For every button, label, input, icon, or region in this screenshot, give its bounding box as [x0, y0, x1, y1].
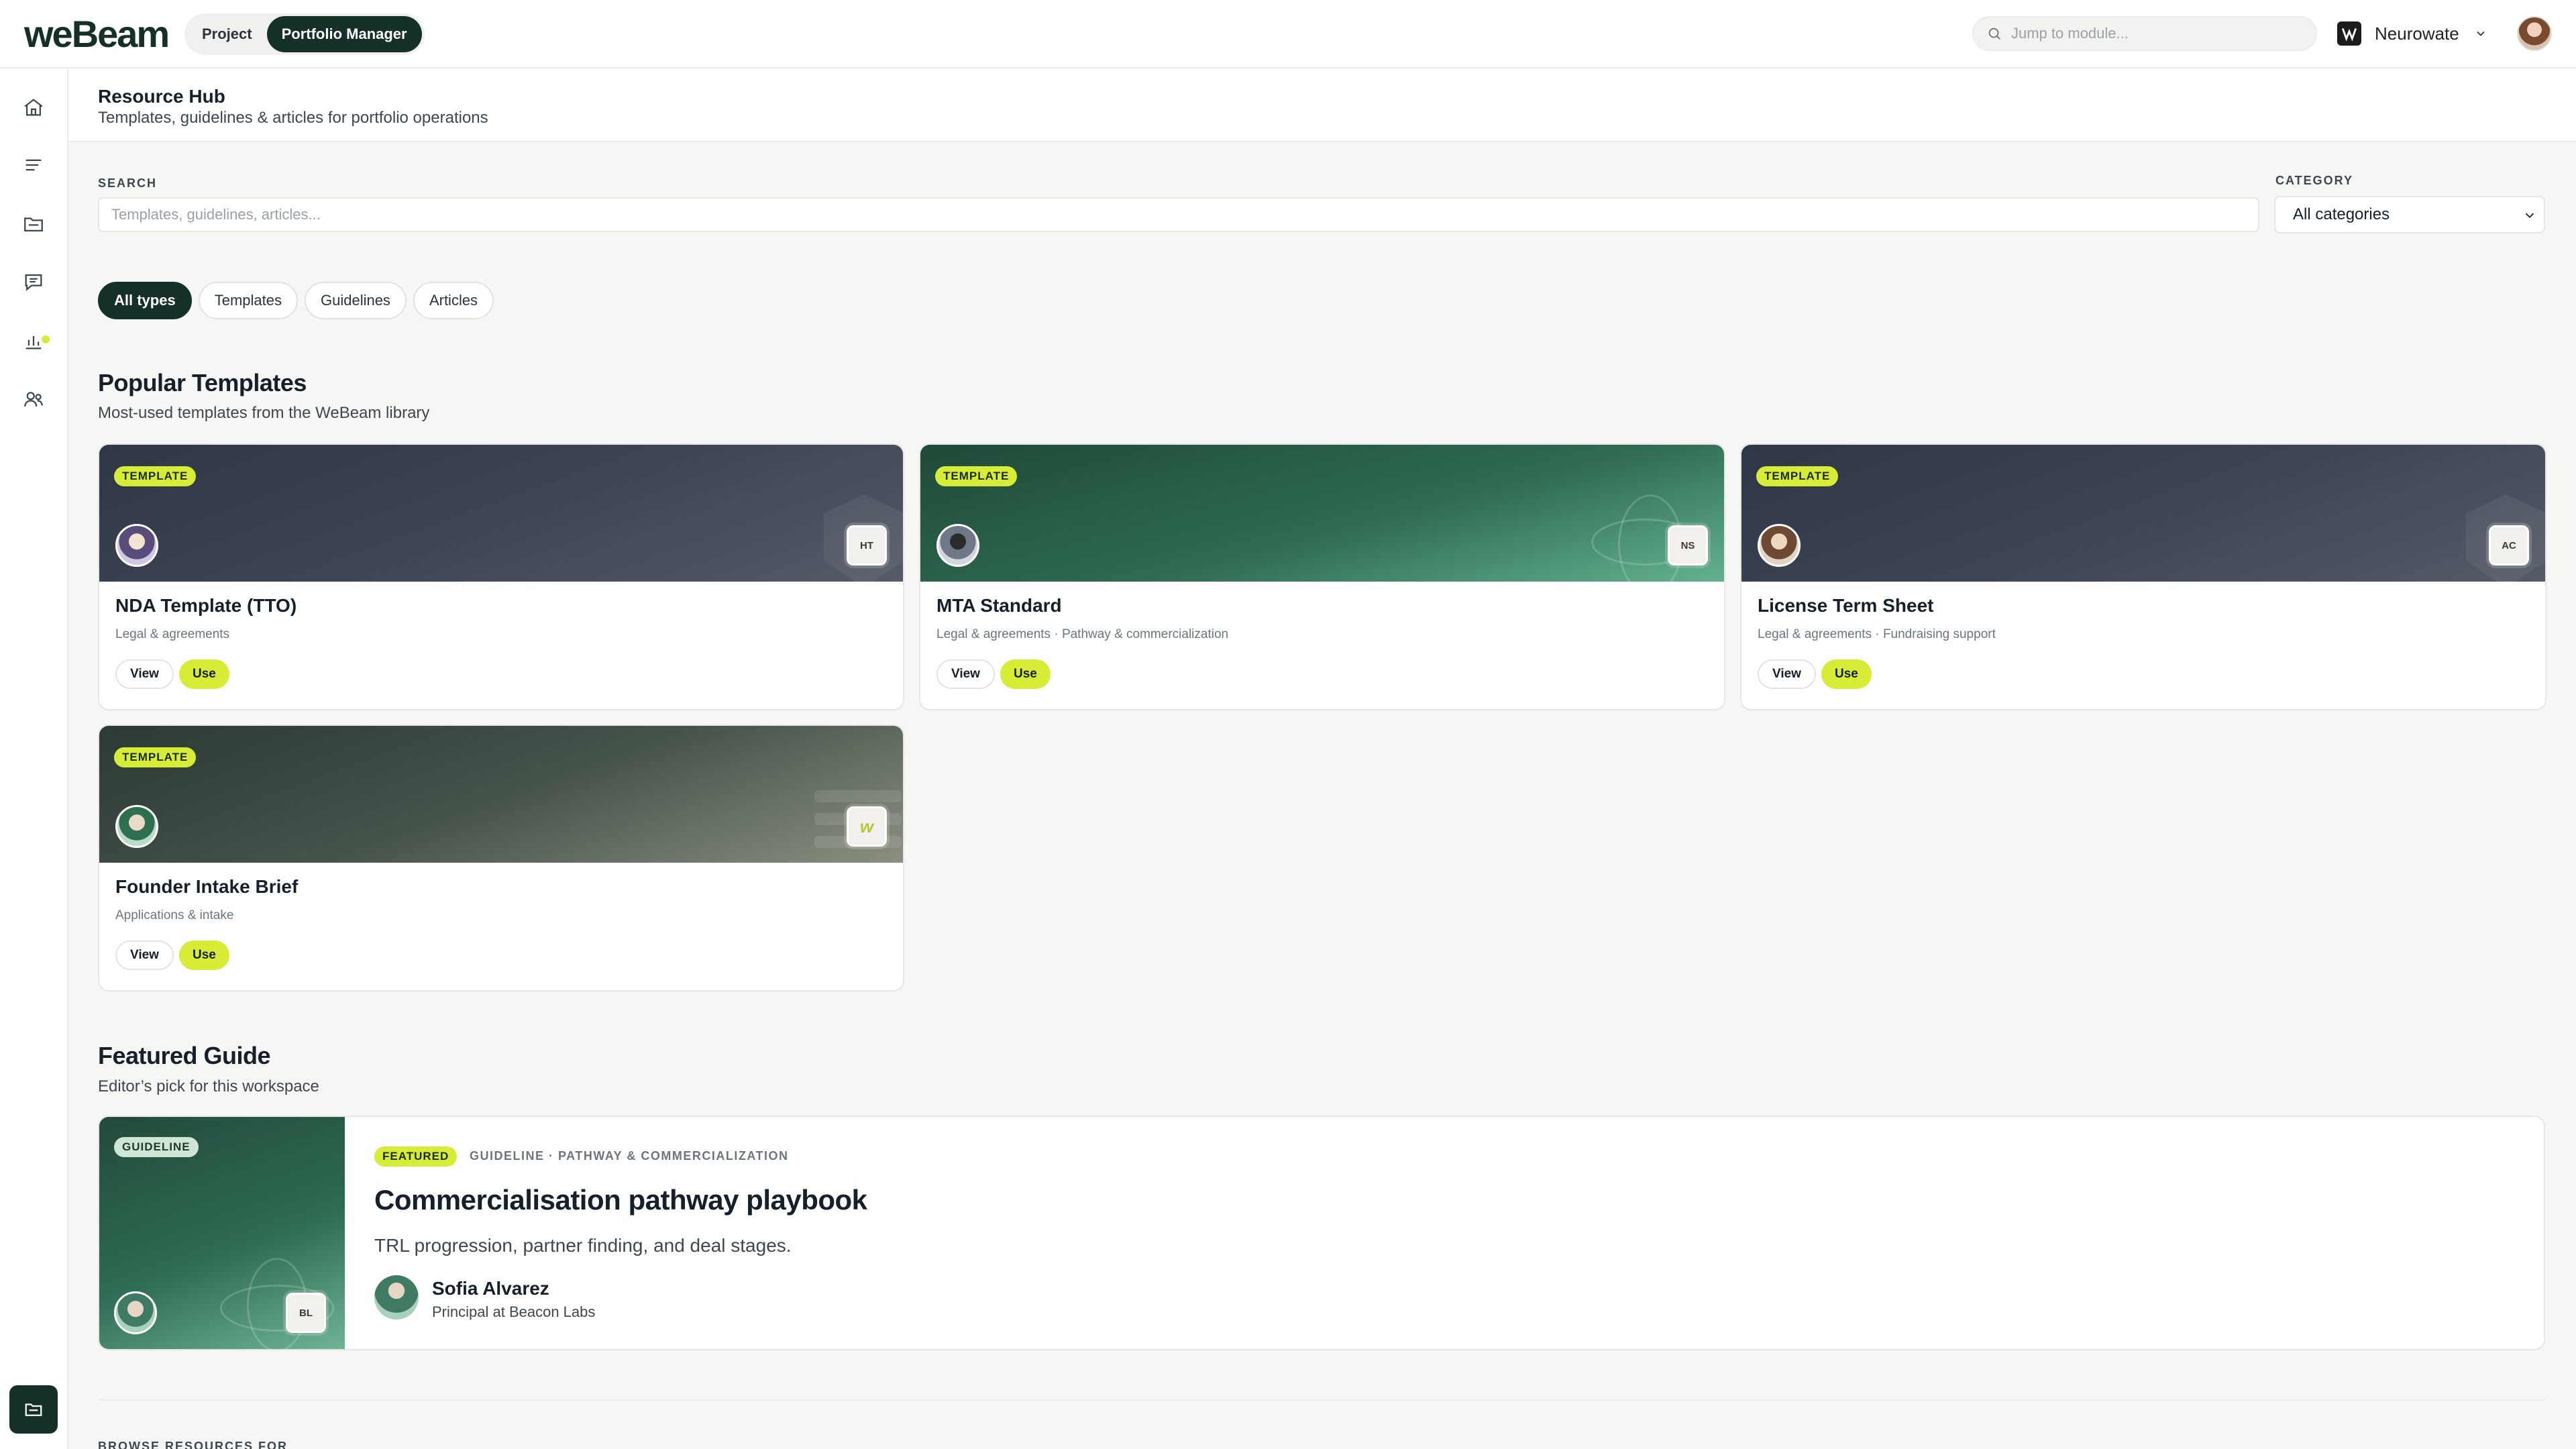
use-button[interactable]: Use [178, 659, 229, 689]
sidebar [0, 68, 68, 1449]
search-icon [1988, 28, 2000, 40]
chart-icon[interactable] [20, 327, 47, 354]
view-button[interactable]: View [115, 659, 174, 689]
author-avatar [115, 524, 158, 567]
use-button[interactable]: Use [1821, 659, 1872, 689]
card-banner [99, 445, 903, 588]
type-badge: TEMPLATE [1756, 466, 1839, 486]
popular-templates-title: Popular Templates [98, 369, 307, 396]
view-button[interactable]: View [936, 659, 995, 689]
author-role: Principal at Beacon Labs [432, 1303, 596, 1320]
author-avatar [114, 1291, 157, 1334]
top-bar: weBeam Project Portfolio Manager Neurowa… [0, 0, 2576, 68]
template-card[interactable]: TEMPLATE NS MTA Standard Legal & agreeme… [919, 443, 1725, 710]
type-badge: TEMPLATE [114, 747, 197, 767]
template-card[interactable]: TEMPLATE w Founder Intake Brief Applicat… [98, 724, 904, 991]
author-avatar [374, 1275, 419, 1320]
users-icon[interactable] [20, 386, 47, 413]
jump-to-module-input[interactable] [2011, 25, 2293, 42]
author-avatar [115, 805, 158, 848]
featured-headline[interactable]: Commercialisation pathway playbook [374, 1184, 867, 1216]
chip-templates[interactable]: Templates [198, 282, 298, 319]
folder-icon [25, 1403, 42, 1416]
use-button[interactable]: Use [1000, 659, 1051, 689]
featured-guide-title: Featured Guide [98, 1042, 271, 1069]
card-category: Legal & agreements · Fundraising support [1758, 627, 1996, 641]
card-category: Legal & agreements · Pathway & commercia… [936, 627, 1229, 641]
featured-image: GUIDELINE BL [99, 1117, 345, 1349]
page-subtitle: Templates, guidelines & articles for por… [98, 109, 488, 127]
org-logo-icon [2337, 21, 2361, 46]
org-monogram: w [847, 806, 887, 847]
jump-to-module-search[interactable] [1972, 16, 2317, 51]
card-title: License Term Sheet [1758, 595, 1934, 616]
mode-switch: Project Portfolio Manager [184, 13, 425, 55]
resource-search-input[interactable] [99, 199, 2258, 231]
author-name: Sofia Alvarez [432, 1278, 549, 1299]
template-card[interactable]: TEMPLATE HT NDA Template (TTO) Legal & a… [98, 443, 904, 710]
browse-resources-label: BROWSE RESOURCES FOR [98, 1440, 288, 1449]
page-header: Resource Hub Templates, guidelines & art… [68, 68, 2576, 142]
section-divider [98, 1399, 2545, 1401]
folder-icon[interactable] [20, 211, 47, 237]
search-label: SEARCH [98, 176, 158, 190]
home-icon[interactable] [20, 94, 47, 121]
use-button[interactable]: Use [178, 941, 229, 970]
template-card[interactable]: TEMPLATE AC License Term Sheet Legal & a… [1740, 443, 2546, 710]
chip-articles[interactable]: Articles [413, 282, 494, 319]
type-filter-chips: All types Templates Guidelines Articles [98, 282, 494, 319]
card-category: Applications & intake [115, 908, 234, 922]
doc-lines-decoration [814, 790, 902, 802]
card-title: Founder Intake Brief [115, 876, 299, 897]
org-monogram: BL [286, 1293, 326, 1333]
card-category: Legal & agreements [115, 627, 230, 641]
app-logo[interactable]: weBeam [24, 12, 170, 56]
org-name: Neurowate [2375, 23, 2459, 44]
author-avatar [936, 524, 979, 567]
card-title: NDA Template (TTO) [115, 595, 297, 616]
chip-guidelines[interactable]: Guidelines [304, 282, 407, 319]
view-button[interactable]: View [115, 941, 174, 970]
page-title: Resource Hub [98, 86, 225, 107]
category-label: CATEGORY [2275, 174, 2354, 187]
featured-guide-subtitle: Editor’s pick for this workspace [98, 1077, 319, 1095]
guideline-badge: GUIDELINE [114, 1137, 199, 1157]
resource-search [98, 197, 2259, 232]
card-banner [1741, 445, 2545, 588]
list-icon[interactable] [20, 152, 47, 178]
org-monogram: AC [2489, 525, 2529, 566]
type-badge: TEMPLATE [935, 466, 1018, 486]
popular-templates-subtitle: Most-used templates from the WeBeam libr… [98, 404, 430, 422]
user-avatar[interactable] [2517, 16, 2552, 51]
card-banner [920, 445, 1724, 595]
view-button[interactable]: View [1758, 659, 1816, 689]
type-badge: TEMPLATE [114, 466, 197, 486]
card-title: MTA Standard [936, 595, 1062, 616]
logo-text: weBeam [24, 13, 170, 55]
category-select[interactable]: All categories [2274, 196, 2545, 233]
chat-icon[interactable] [20, 268, 47, 295]
author-avatar [1758, 524, 1801, 567]
chevron-down-icon [2477, 31, 2485, 36]
card-banner [99, 726, 903, 863]
mode-portfolio-manager-button[interactable]: Portfolio Manager [266, 16, 422, 52]
resources-nav-button[interactable] [9, 1385, 58, 1434]
featured-guide-card[interactable]: GUIDELINE BL FEATURED GUIDELINE · PATHWA… [98, 1116, 2545, 1350]
org-switcher[interactable]: Neurowate [2337, 19, 2487, 48]
category-value: All categories [2293, 205, 2390, 223]
featured-description: TRL progression, partner finding, and de… [374, 1235, 792, 1256]
org-monogram: NS [1668, 525, 1708, 566]
featured-meta: GUIDELINE · PATHWAY & COMMERCIALIZATION [470, 1149, 789, 1163]
featured-badge: FEATURED [374, 1146, 458, 1167]
chip-all-types[interactable]: All types [98, 282, 192, 319]
chevron-down-icon [2525, 213, 2534, 219]
org-monogram: HT [847, 525, 887, 566]
mode-project-button[interactable]: Project [187, 16, 267, 52]
